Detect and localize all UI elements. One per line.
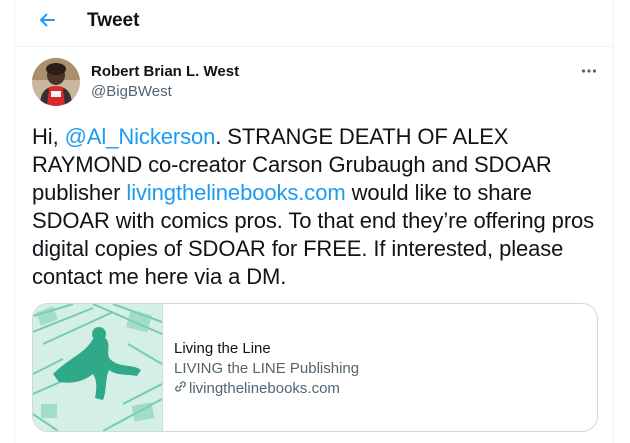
page-header: Tweet: [15, 0, 613, 47]
link-preview-card[interactable]: Living the Line LIVING the LINE Publishi…: [32, 303, 598, 432]
avatar[interactable]: [32, 58, 80, 106]
tweet-text-part: Hi,: [32, 124, 65, 149]
card-image: [33, 304, 163, 431]
link-icon: [174, 379, 189, 399]
author-name[interactable]: Robert Brian L. West: [91, 63, 239, 81]
more-options-button[interactable]: [577, 60, 601, 80]
card-domain-text: livingthelinebooks.com: [189, 380, 340, 397]
mention-link[interactable]: @Al_Nickerson: [65, 124, 216, 149]
author-handle[interactable]: @BigBWest: [91, 83, 172, 101]
tweet-text: Hi, @Al_Nickerson. STRANGE DEATH OF ALEX…: [32, 123, 602, 291]
arrow-left-icon: [37, 10, 57, 35]
card-description: LIVING the LINE Publishing: [174, 360, 360, 377]
tweet-page: Tweet Robert Brian L. West @BigBWest Hi,…: [14, 0, 614, 443]
card-domain: livingthelinebooks.com: [174, 379, 574, 399]
page-title: Tweet: [87, 10, 140, 31]
back-button[interactable]: [33, 8, 61, 36]
more-horizontal-icon: [581, 61, 597, 79]
url-link[interactable]: livingthelinebooks.com: [126, 180, 345, 205]
card-body: Living the Line LIVING the LINE Publishi…: [174, 339, 574, 399]
card-title: Living the Line: [174, 340, 271, 357]
